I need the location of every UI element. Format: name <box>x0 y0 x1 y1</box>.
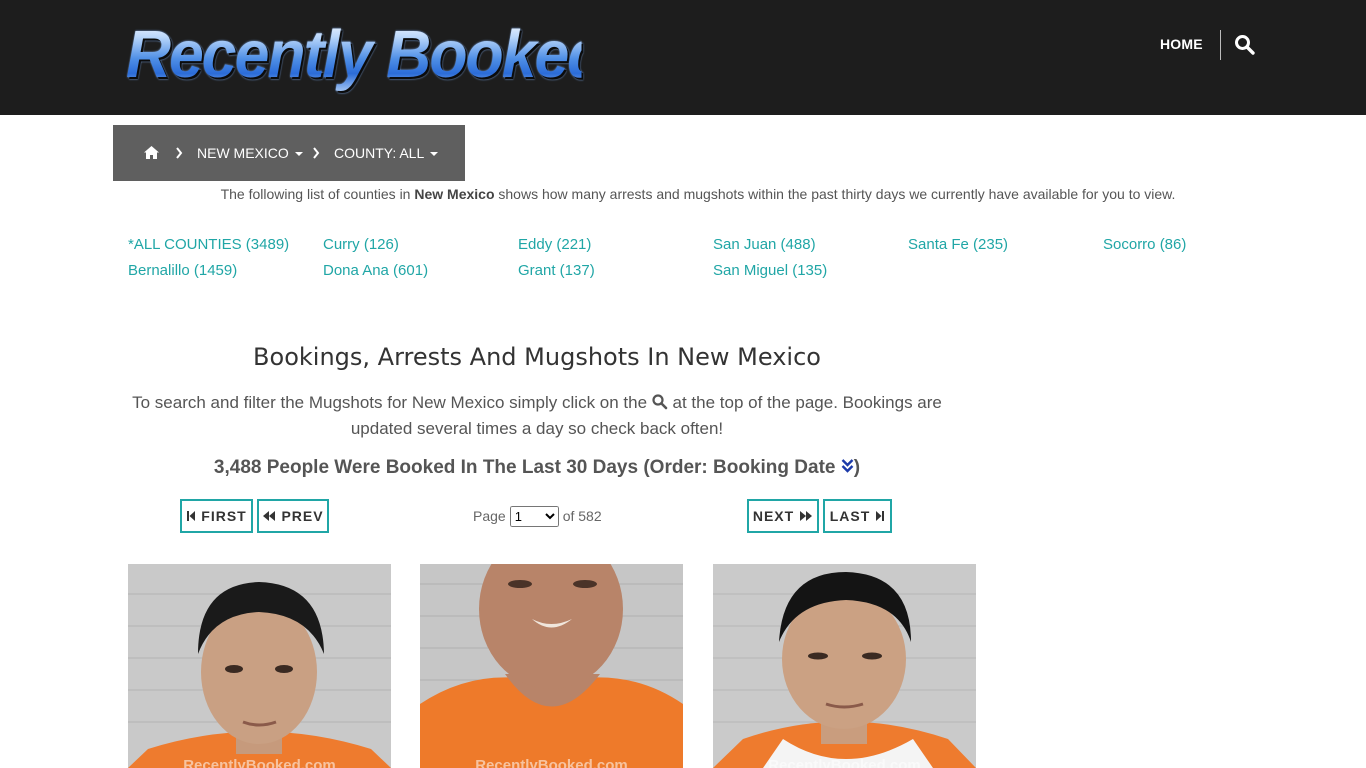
forward-icon <box>800 511 813 521</box>
mugshot-photo <box>713 564 976 768</box>
mugshot-watermark: RecentlyBooked.com <box>768 757 921 768</box>
county-link-san-juan[interactable]: San Juan (488) <box>713 236 816 253</box>
mugshot-card[interactable]: RecentlyBooked.com <box>128 564 391 768</box>
nav-home-link[interactable]: HOME <box>1160 36 1203 52</box>
booking-count: 3,488 People Were Booked In The Last 30 … <box>128 457 946 479</box>
page-total: of 582 <box>562 508 602 524</box>
caret-down-icon <box>294 152 303 157</box>
site-logo[interactable]: Recently Booked <box>126 18 606 92</box>
booking-count-close: ) <box>853 457 861 478</box>
last-page-button[interactable]: LAST <box>823 499 892 533</box>
next-page-button[interactable]: NEXT <box>747 499 819 533</box>
step-backward-icon <box>187 511 196 521</box>
booking-count-text: 3,488 People Were Booked In The Last 30 … <box>213 457 841 478</box>
search-icon <box>652 394 668 410</box>
last-label: LAST <box>829 508 871 524</box>
caret-down-icon <box>430 152 439 157</box>
intro-state: New Mexico <box>414 186 495 202</box>
backward-icon <box>263 511 276 521</box>
prev-page-button[interactable]: PREV <box>257 499 329 533</box>
step-forward-icon <box>876 511 885 521</box>
search-instructions: To search and filter the Mugshots for Ne… <box>128 390 946 442</box>
home-icon[interactable] <box>143 125 160 181</box>
prev-label: PREV <box>281 508 324 524</box>
first-page-button[interactable]: FIRST <box>180 499 253 533</box>
breadcrumb-county-dropdown[interactable]: COUNTY: ALL <box>334 125 439 181</box>
page-title: Bookings, Arrests And Mugshots In New Me… <box>253 343 821 371</box>
breadcrumb-county-label: COUNTY: ALL <box>334 145 425 161</box>
intro-after: shows how many arrests and mugshots with… <box>494 186 1176 202</box>
site-header: Recently Booked HOME <box>0 0 1366 115</box>
page-label: Page <box>473 508 506 524</box>
instructions-before: To search and filter the Mugshots for Ne… <box>132 393 652 412</box>
county-link-eddy[interactable]: Eddy (221) <box>518 236 591 253</box>
next-label: NEXT <box>752 508 795 524</box>
nav-divider <box>1220 30 1221 60</box>
intro-text: The following list of counties in New Me… <box>128 186 1268 202</box>
mugshot-photo <box>420 564 683 768</box>
order-toggle-icon[interactable] <box>841 458 854 478</box>
breadcrumb: NEW MEXICO COUNTY: ALL <box>113 125 465 181</box>
chevron-right-icon <box>175 125 183 181</box>
page-selector: Page 1 of 582 <box>473 505 602 527</box>
county-link-bernalillo[interactable]: Bernalillo (1459) <box>128 262 237 279</box>
county-link-all[interactable]: *ALL COUNTIES (3489) <box>128 236 289 253</box>
county-link-dona-ana[interactable]: Dona Ana (601) <box>323 262 428 279</box>
mugshot-card[interactable]: RecentlyBooked.com <box>713 564 976 768</box>
county-link-san-miguel[interactable]: San Miguel (135) <box>713 262 827 279</box>
breadcrumb-state-dropdown[interactable]: NEW MEXICO <box>197 125 303 181</box>
county-link-santa-fe[interactable]: Santa Fe (235) <box>908 236 1008 253</box>
first-label: FIRST <box>201 508 247 524</box>
county-link-socorro[interactable]: Socorro (86) <box>1103 236 1186 253</box>
breadcrumb-state-label: NEW MEXICO <box>197 145 289 161</box>
mugshot-watermark: RecentlyBooked.com <box>183 757 336 768</box>
mugshot-watermark: RecentlyBooked.com <box>475 757 628 768</box>
intro-before: The following list of counties in <box>220 186 415 202</box>
mugshot-card[interactable]: RecentlyBooked.com <box>420 564 683 768</box>
county-link-grant[interactable]: Grant (137) <box>518 262 595 279</box>
page-select[interactable]: 1 <box>509 505 559 527</box>
chevron-right-icon <box>312 125 320 181</box>
county-link-curry[interactable]: Curry (126) <box>323 236 399 253</box>
mugshot-photo <box>128 564 391 768</box>
search-icon[interactable] <box>1234 34 1256 56</box>
